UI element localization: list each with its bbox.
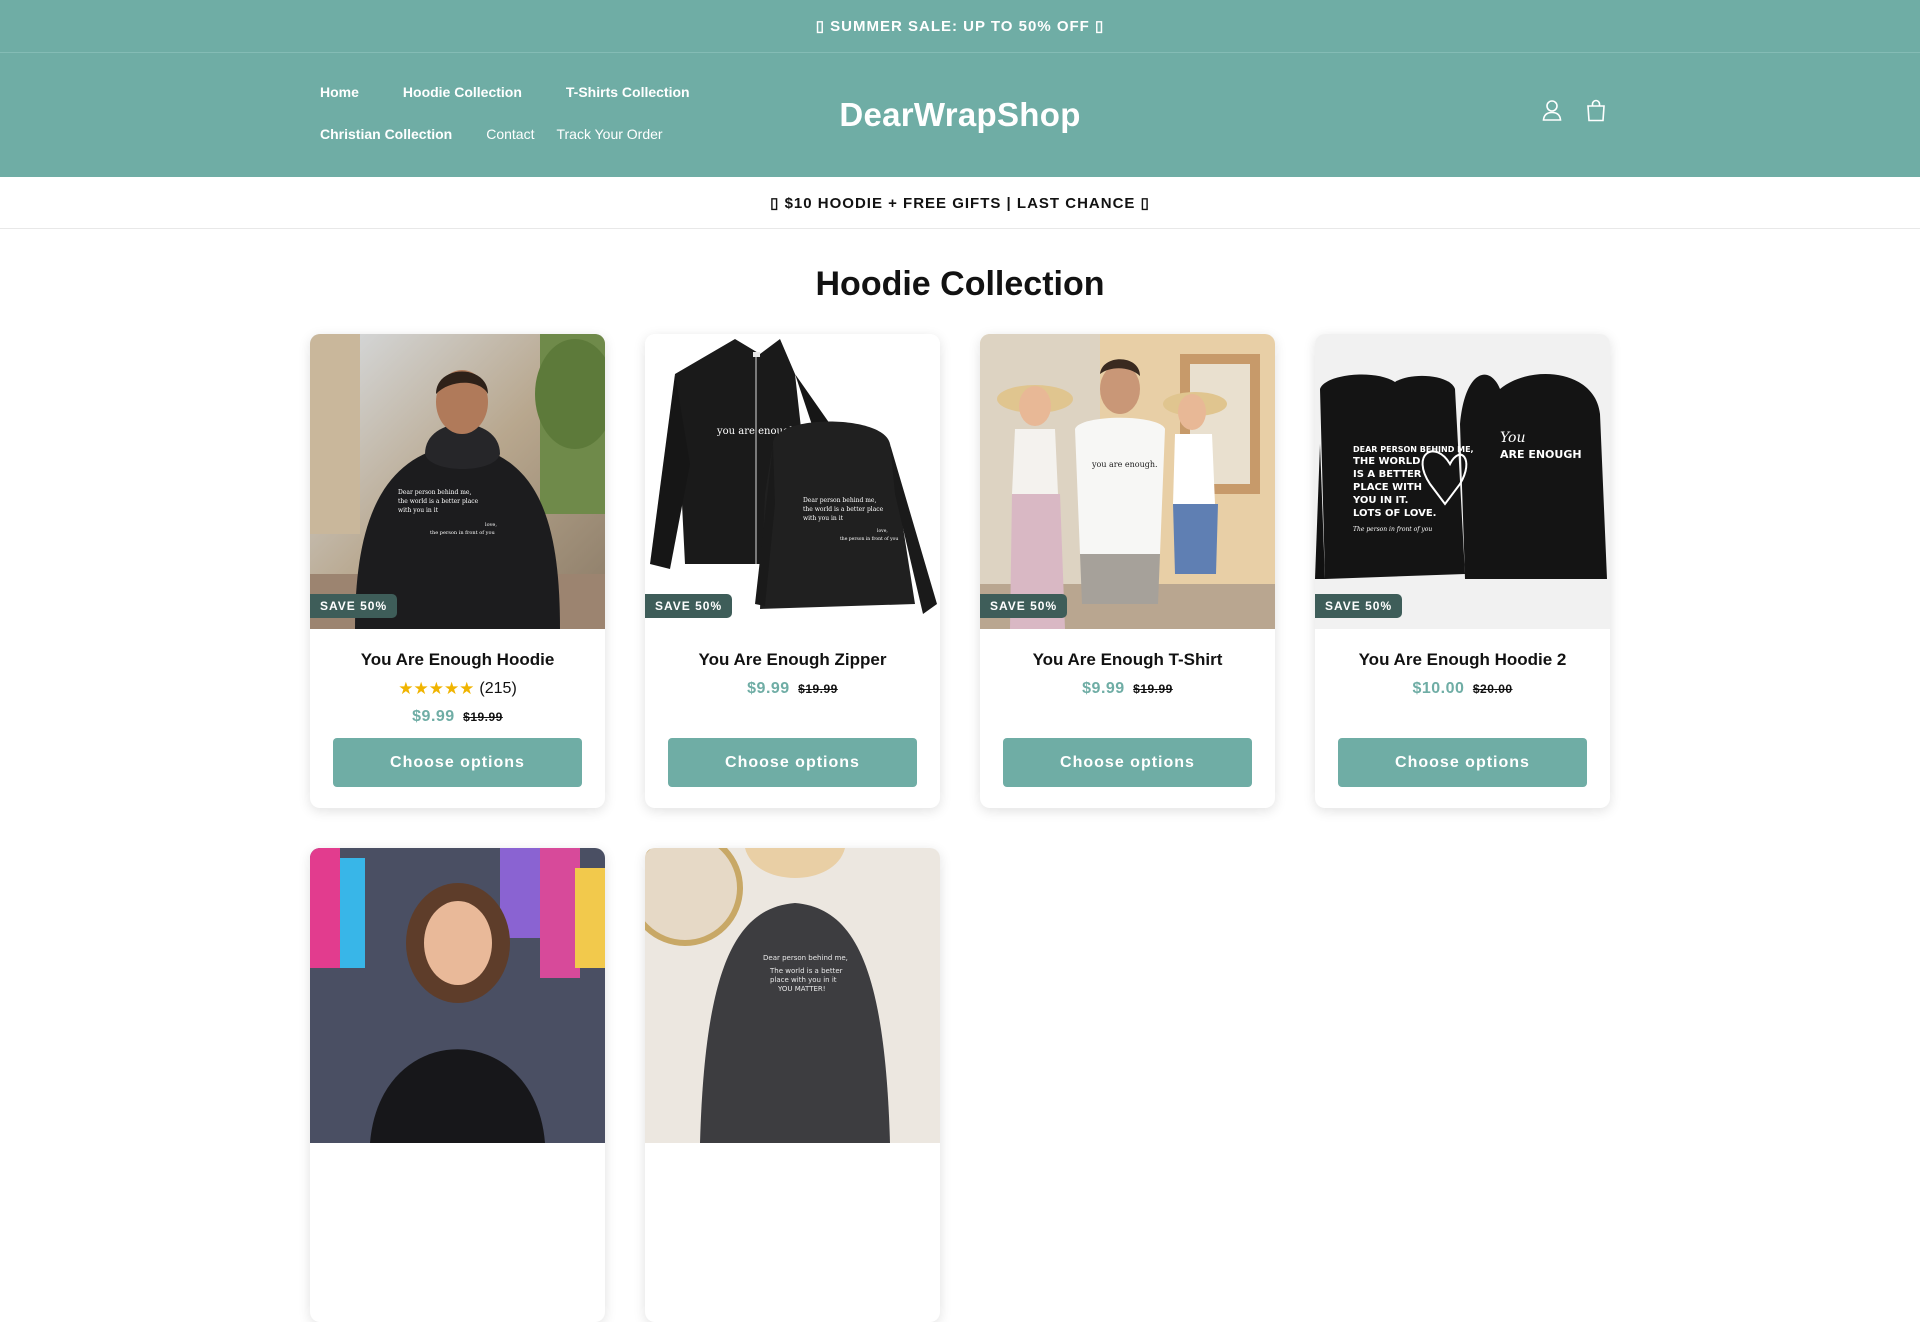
tshirt-print: you are enough. [1091, 460, 1158, 469]
product-image[interactable]: Dear person behind me, The world is a be… [645, 848, 940, 1143]
product-image[interactable]: Dear person behind me, the world is a be… [310, 334, 605, 629]
sale-price: $9.99 [412, 708, 455, 725]
product-price: $10.00 $20.00 [1315, 679, 1610, 699]
product-image[interactable]: you are enough. SAVE 50% [980, 334, 1275, 629]
sale-badge: SAVE 50% [1315, 594, 1403, 618]
rating-stars: ★★★★★ [398, 679, 475, 698]
print-line-3: place with you in it [770, 976, 837, 984]
site-logo[interactable]: DearWrapShop [839, 96, 1080, 134]
product-price: $9.99 $19.99 [310, 707, 605, 727]
product-rating: ★★★★★ (215) [310, 679, 605, 699]
nav-track-order[interactable]: Track Your Order [556, 126, 662, 142]
print-line-4: YOU MATTER! [777, 985, 826, 993]
back-print-line-5: YOU IN IT. [1352, 495, 1408, 506]
back-print-line-4: love, [877, 528, 888, 534]
product-price: $9.99 $19.99 [645, 679, 940, 699]
promo-text: ▯ $10 HOODIE + FREE GIFTS | LAST CHANCE … [770, 194, 1150, 212]
compare-price: $19.99 [463, 710, 503, 724]
compare-price: $19.99 [798, 682, 838, 696]
back-print-line-4: PLACE WITH [1353, 482, 1422, 493]
print-line-2: the world is a better place [398, 498, 479, 505]
site-header: Home Hoodie Collection T-Shirts Collecti… [0, 53, 1920, 177]
sale-price: $10.00 [1412, 680, 1465, 697]
choose-options-button[interactable]: Choose options [1003, 738, 1252, 787]
print-line-1: Dear person behind me, [763, 954, 848, 962]
account-icon[interactable] [1540, 97, 1564, 123]
product-image[interactable]: you are enough. Dear person behind me, t… [645, 334, 940, 629]
promo-bar: ▯ $10 HOODIE + FREE GIFTS | LAST CHANCE … [0, 177, 1920, 229]
back-print-line-3: IS A BETTER [1353, 469, 1422, 480]
product-title[interactable]: You Are Enough Hoodie [310, 649, 605, 671]
nav-christian-collection[interactable]: Christian Collection [320, 126, 452, 142]
back-print-line-6: LOTS OF LOVE. [1353, 508, 1436, 519]
product-card[interactable]: you are enough. SAVE 50% You Are Enough … [980, 334, 1275, 808]
product-grid: Dear person behind me, the world is a be… [310, 334, 1610, 1322]
compare-price: $19.99 [1133, 682, 1173, 696]
print-line-1: Dear person behind me, [398, 489, 471, 496]
product-card[interactable]: you are enough. Dear person behind me, t… [645, 334, 940, 808]
choose-options-button[interactable]: Choose options [333, 738, 582, 787]
front-print-line-2: ARE ENOUGH [1500, 448, 1582, 461]
product-title[interactable]: You Are Enough T-Shirt [980, 649, 1275, 671]
nav-hoodie-collection[interactable]: Hoodie Collection [403, 84, 522, 100]
print-line-2: The world is a better [769, 967, 843, 975]
announcement-text: ▯ SUMMER SALE: UP TO 50% OFF ▯ [815, 18, 1105, 35]
back-print-line-3: with you in it [803, 515, 844, 522]
sale-badge: SAVE 50% [310, 594, 398, 618]
back-print-line-1: Dear person behind me, [803, 497, 876, 504]
product-title[interactable]: You Are Enough Hoodie 2 [1315, 649, 1610, 671]
sale-badge: SAVE 50% [980, 594, 1068, 618]
back-print-line-5: the person in front of you [840, 536, 898, 542]
print-line-4: love, [485, 522, 497, 528]
back-print-signature: The person in front of you [1353, 526, 1432, 533]
nav-contact[interactable]: Contact [486, 126, 534, 142]
choose-options-button[interactable]: Choose options [668, 738, 917, 787]
main-nav: Home Hoodie Collection T-Shirts Collecti… [320, 71, 720, 155]
choose-options-button[interactable]: Choose options [1338, 738, 1587, 787]
sale-badge: SAVE 50% [645, 594, 733, 618]
announcement-bar: ▯ SUMMER SALE: UP TO 50% OFF ▯ [0, 0, 1920, 53]
back-print-line-1: DEAR PERSON BEHIND ME, [1353, 445, 1474, 454]
product-image[interactable] [310, 848, 605, 1143]
product-price: $9.99 $19.99 [980, 679, 1275, 699]
front-print-line-1: You [1500, 430, 1525, 446]
back-print-line-2: the world is a better place [803, 506, 884, 513]
collection-title: Hoodie Collection [815, 265, 1105, 303]
product-card[interactable] [310, 848, 605, 1322]
product-card[interactable]: Dear person behind me, The world is a be… [645, 848, 940, 1322]
rating-count: (215) [479, 680, 517, 697]
product-image[interactable]: DEAR PERSON BEHIND ME, THE WORLD IS A BE… [1315, 334, 1610, 629]
print-line-5: the person in front of you [430, 530, 495, 536]
print-line-3: with you in it [398, 507, 439, 514]
sale-price: $9.99 [747, 680, 790, 697]
product-card[interactable]: Dear person behind me, the world is a be… [310, 334, 605, 808]
compare-price: $20.00 [1472, 682, 1513, 696]
cart-icon[interactable] [1584, 97, 1608, 123]
nav-tshirts-collection[interactable]: T-Shirts Collection [566, 84, 690, 100]
back-print-line-2: THE WORLD [1353, 456, 1420, 467]
nav-home[interactable]: Home [320, 84, 359, 100]
product-title[interactable]: You Are Enough Zipper [645, 649, 940, 671]
sale-price: $9.99 [1082, 680, 1125, 697]
product-card[interactable]: DEAR PERSON BEHIND ME, THE WORLD IS A BE… [1315, 334, 1610, 808]
